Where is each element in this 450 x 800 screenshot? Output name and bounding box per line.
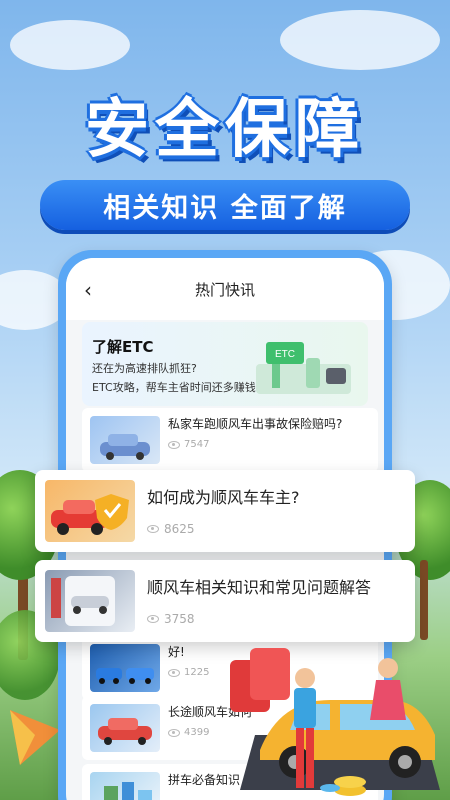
cloud-decoration bbox=[280, 10, 440, 70]
view-count: 4399 bbox=[184, 727, 210, 738]
news-thumbnail bbox=[90, 416, 160, 464]
list-item[interactable]: 私家车跑顺风车出事故保险赔吗? 7547 bbox=[82, 408, 378, 472]
hero-subtitle: 相关知识 全面了解 bbox=[40, 180, 410, 230]
hero-title: 安全保障 bbox=[85, 93, 365, 167]
view-count: 1225 bbox=[184, 667, 210, 678]
featured-card[interactable]: 顺风车相关知识和常见问题解答 3758 bbox=[35, 560, 415, 642]
cloud-decoration bbox=[10, 20, 130, 70]
featured-card-title: 顺风车相关知识和常见问题解答 bbox=[147, 578, 372, 597]
list-item-title: 私家车跑顺风车出事故保险赔吗? bbox=[168, 417, 343, 431]
page-title: 热门快讯 bbox=[194, 280, 255, 299]
news-thumbnail bbox=[45, 570, 135, 632]
eye-icon bbox=[147, 615, 159, 623]
car-people-illustration bbox=[230, 648, 440, 796]
etc-banner[interactable]: 了解ETC 还在为高速排队抓狂? ETC攻略，帮车主省时间还多赚钱! ETC bbox=[82, 322, 368, 406]
etc-badge-text: ETC bbox=[275, 349, 295, 360]
chevron-left-icon[interactable]: ‹ bbox=[84, 278, 92, 302]
eye-icon bbox=[168, 440, 180, 449]
news-thumbnail bbox=[90, 772, 160, 800]
list-item-title: 好! bbox=[168, 645, 185, 659]
news-thumbnail bbox=[45, 480, 135, 542]
featured-card[interactable]: 如何成为顺风车车主? 8625 bbox=[35, 470, 415, 552]
eye-icon bbox=[147, 525, 159, 533]
view-count: 7547 bbox=[184, 439, 210, 450]
news-thumbnail bbox=[90, 704, 160, 752]
tree-trunk bbox=[420, 560, 428, 640]
view-count: 3758 bbox=[164, 612, 195, 626]
news-thumbnail bbox=[90, 644, 160, 692]
eye-icon bbox=[168, 728, 180, 737]
app-navbar: ‹ 热门快讯 bbox=[66, 258, 384, 320]
view-count: 8625 bbox=[164, 522, 195, 536]
etc-toll-illustration: ETC bbox=[256, 342, 351, 394]
eye-icon bbox=[168, 668, 180, 677]
featured-card-title: 如何成为顺风车车主? bbox=[147, 488, 300, 507]
